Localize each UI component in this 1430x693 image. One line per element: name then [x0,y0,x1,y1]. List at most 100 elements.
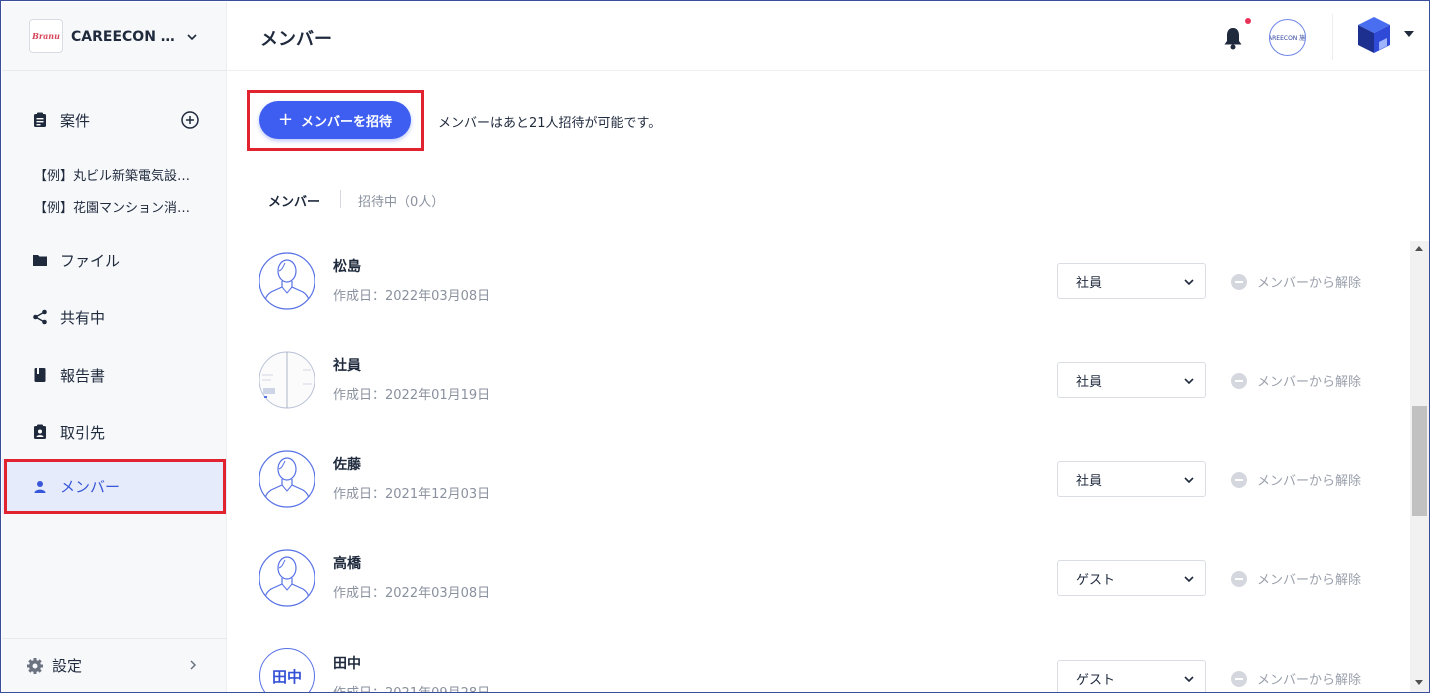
role-select-value: ゲスト [1076,572,1116,588]
chevron-down-icon [1184,477,1194,484]
role-select[interactable]: ゲスト [1057,660,1206,692]
vertical-scrollbar[interactable] [1410,241,1429,692]
company-avatar[interactable]: CAREECON 施工 [1269,19,1306,56]
sidebar-item-reports[interactable]: 報告書 [2,355,227,395]
remove-member-label: メンバーから解除 [1257,276,1362,291]
sidebar-item-settings[interactable]: 設定 [2,638,227,692]
member-created-date: 作成日：2022年03月08日 [333,586,491,601]
settings-label: 設定 [52,657,83,675]
report-book-icon [32,367,48,383]
sidebar-item-label: ファイル [60,251,121,270]
remove-member-label: メンバーから解除 [1257,573,1362,588]
remove-member-button[interactable]: メンバーから解除 [1231,669,1361,688]
member-name: 松島 [333,259,361,275]
clipboard-icon [32,112,48,128]
sidebar-item-label: メンバー [60,478,121,496]
member-name: 社員 [333,358,361,374]
person-outline-icon [258,549,316,607]
org-name: CAREECON 施工管理 [71,29,176,45]
sidebar-item-label: 取引先 [60,423,106,442]
minus-circle-icon [1231,372,1247,389]
sidebar-item-members[interactable]: メンバー [2,459,227,514]
plus-icon: + [277,109,294,130]
member-row: 社員 作成日：2022年01月19日 社員 メンバーから解除 [258,350,1389,449]
minus-circle-icon [1231,570,1247,587]
notification-dot [1245,18,1251,24]
member-avatar [258,548,316,608]
member-created-date: 作成日：2021年12月03日 [333,487,491,502]
role-select[interactable]: 社員 [1057,362,1206,398]
tab-invited[interactable]: 招待中（0人） [358,191,444,210]
remove-member-button[interactable]: メンバーから解除 [1231,470,1361,489]
scroll-down-arrow-icon[interactable] [1415,680,1423,685]
member-initials-avatar: 田中 [259,648,315,692]
remove-member-label: メンバーから解除 [1257,474,1362,489]
chevron-down-icon [1184,576,1194,583]
folder-icon [32,252,48,268]
sidebar-item-clients[interactable]: 取引先 [2,412,227,452]
scrollbar-thumb[interactable] [1412,406,1427,516]
scroll-up-arrow-icon[interactable] [1415,246,1423,251]
chevron-down-icon [1184,676,1194,683]
chevron-right-icon [190,660,197,670]
role-select[interactable]: ゲスト [1057,560,1206,596]
invite-button-label: メンバーを招待 [301,114,393,130]
member-row: 松島 作成日：2022年03月08日 社員 メンバーから解除 [258,251,1389,350]
member-row: 田中 田中 作成日：2021年09月28日 ゲスト メンバーから解除 [259,648,1389,692]
member-created-date: 作成日：2021年09月28日 [333,682,490,692]
member-avatar [258,449,316,509]
app-window: Branu CAREECON 施工管理 案件 【例】丸ビル新築電気設備工事 【例… [0,0,1430,693]
remove-member-button[interactable]: メンバーから解除 [1231,569,1361,588]
role-select-value: 社員 [1076,275,1103,291]
role-select[interactable]: 社員 [1057,263,1206,299]
tab-divider [340,190,341,208]
member-created-date: 作成日：2022年01月19日 [333,388,491,403]
remove-member-label: メンバーから解除 [1257,375,1362,390]
bell-icon[interactable] [1222,26,1244,50]
minus-circle-icon [1231,471,1247,488]
member-row: 佐藤 作成日：2021年12月03日 社員 メンバーから解除 [258,449,1389,548]
add-circle-icon[interactable] [180,110,200,130]
tab-members[interactable]: メンバー [268,191,320,210]
org-switcher[interactable]: Branu CAREECON 施工管理 [2,2,227,71]
user-avatar-cube-icon[interactable] [1357,16,1391,54]
member-name: 田中 [333,656,361,672]
person-outline-icon [258,450,316,508]
header-divider [1332,14,1333,60]
member-avatar [258,251,316,311]
remove-member-button[interactable]: メンバーから解除 [1231,272,1361,291]
member-avatar [258,350,316,410]
sidebar-item-files[interactable]: ファイル [2,240,227,280]
sidebar-item-label: 共有中 [60,308,106,327]
person-outline-icon [258,252,316,310]
invite-quota-note: メンバーはあと21人招待が可能です。 [438,116,662,131]
sidebar-item-label: 案件 [60,111,91,130]
recent-case-item[interactable]: 【例】花園マンション消防設備工事 [34,197,194,216]
chevron-down-icon [1184,279,1194,286]
sidebar-item-label: 報告書 [60,366,106,385]
top-header: メンバー CAREECON 施工 [228,2,1429,71]
invite-member-button[interactable]: + メンバーを招待 [259,101,411,139]
chevron-down-icon [187,34,197,41]
recent-case-item[interactable]: 【例】丸ビル新築電気設備工事 [34,165,194,184]
sidebar-item-shared[interactable]: 共有中 [2,297,227,337]
chevron-down-icon [1184,378,1194,385]
member-name: 佐藤 [333,457,361,473]
person-icon [32,479,48,495]
member-created-date: 作成日：2022年03月08日 [333,289,491,304]
remove-member-button[interactable]: メンバーから解除 [1231,371,1361,390]
remove-member-label: メンバーから解除 [1257,673,1362,688]
caret-down-icon[interactable] [1403,30,1415,38]
role-select-value: ゲスト [1076,672,1116,688]
minus-circle-icon [1231,273,1247,290]
role-select-value: 社員 [1076,374,1103,390]
image-avatar-icon [258,351,316,409]
minus-circle-icon [1231,670,1247,687]
role-select[interactable]: 社員 [1057,461,1206,497]
contact-badge-icon [32,424,48,440]
role-select-value: 社員 [1076,473,1103,489]
member-row: 高橋 作成日：2022年03月08日 ゲスト メンバーから解除 [258,548,1389,647]
share-icon [32,309,48,325]
member-name: 高橋 [333,556,361,572]
gear-icon [27,657,43,674]
